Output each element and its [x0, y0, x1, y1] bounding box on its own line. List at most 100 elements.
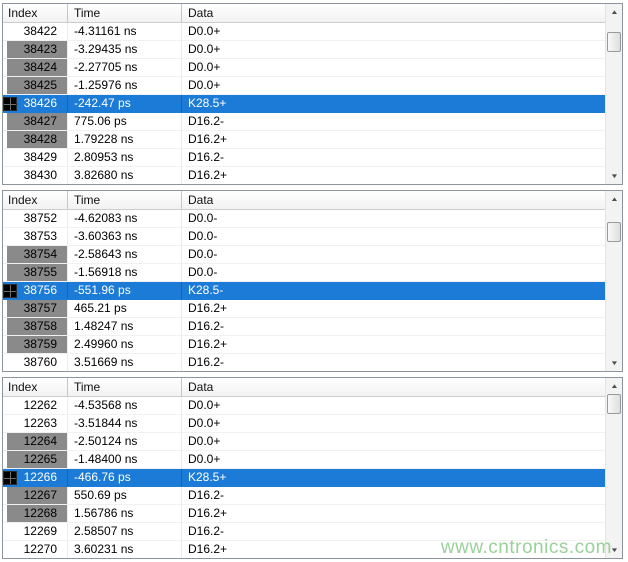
- table-row[interactable]: 38424-2.27705 nsD0.0+: [3, 59, 605, 77]
- index-value: 38428: [7, 131, 67, 148]
- cell-time: 465.21 ps: [68, 300, 182, 317]
- table-row[interactable]: 38422-4.31161 nsD0.0+: [3, 23, 605, 41]
- vertical-scrollbar[interactable]: ▲ ▼: [605, 191, 622, 371]
- cell-data: D16.2+: [182, 167, 605, 184]
- table-row[interactable]: 12263-3.51844 nsD0.0+: [3, 415, 605, 433]
- cell-time: -4.53568 ns: [68, 397, 182, 414]
- cell-data: D0.0+: [182, 77, 605, 94]
- table-body: 12262-4.53568 nsD0.0+12263-3.51844 nsD0.…: [3, 397, 605, 558]
- cell-time: 2.58507 ns: [68, 523, 182, 540]
- scroll-down-button[interactable]: ▼: [606, 168, 622, 184]
- table-row[interactable]: 38753-3.60363 nsD0.0-: [3, 228, 605, 246]
- vertical-scrollbar[interactable]: ▲ ▼: [605, 4, 622, 184]
- current-row-marker-icon: [3, 471, 17, 485]
- cell-time: -242.47 ps: [68, 95, 182, 112]
- column-header-index[interactable]: Index: [3, 4, 68, 22]
- cell-time: 775.06 ps: [68, 113, 182, 130]
- cell-index: 38755: [3, 264, 68, 281]
- table-row[interactable]: 38752-4.62083 nsD0.0-: [3, 210, 605, 228]
- column-header-data[interactable]: Data: [182, 4, 605, 22]
- cell-data: D16.2-: [182, 354, 605, 371]
- column-header-index[interactable]: Index: [3, 191, 68, 209]
- scroll-down-button[interactable]: ▼: [606, 542, 622, 558]
- cell-index: 38425: [3, 77, 68, 94]
- cell-index: 38752: [3, 210, 68, 227]
- scroll-down-icon: ▼: [610, 360, 619, 366]
- table-row[interactable]: 12266-466.76 psK28.5+: [3, 469, 605, 487]
- table-row[interactable]: 12267550.69 psD16.2-: [3, 487, 605, 505]
- table-header: Index Time Data: [3, 191, 605, 210]
- scroll-up-button[interactable]: ▲: [606, 191, 622, 207]
- cell-index: 38422: [3, 23, 68, 40]
- current-row-marker-icon: [3, 284, 17, 298]
- cell-time: -2.27705 ns: [68, 59, 182, 76]
- column-header-data[interactable]: Data: [182, 378, 605, 396]
- column-header-data[interactable]: Data: [182, 191, 605, 209]
- cell-data: D0.0-: [182, 264, 605, 281]
- table-row[interactable]: 38755-1.56918 nsD0.0-: [3, 264, 605, 282]
- table-row[interactable]: 387592.49960 nsD16.2+: [3, 336, 605, 354]
- column-header-time[interactable]: Time: [68, 4, 182, 22]
- table-row[interactable]: 38426-242.47 psK28.5+: [3, 95, 605, 113]
- index-value: 38423: [7, 41, 67, 58]
- cell-index: 12262: [3, 397, 68, 414]
- cell-data: K28.5+: [182, 95, 605, 112]
- cell-time: 550.69 ps: [68, 487, 182, 504]
- table-row[interactable]: 38423-3.29435 nsD0.0+: [3, 41, 605, 59]
- table-row[interactable]: 384281.79228 nsD16.2+: [3, 131, 605, 149]
- cell-index: 12268: [3, 505, 68, 522]
- cell-time: -1.25976 ns: [68, 77, 182, 94]
- table-row[interactable]: 38425-1.25976 nsD0.0+: [3, 77, 605, 95]
- table-row[interactable]: 12264-2.50124 nsD0.0+: [3, 433, 605, 451]
- table-row[interactable]: 38754-2.58643 nsD0.0-: [3, 246, 605, 264]
- index-value: 38425: [7, 77, 67, 94]
- cell-time: -2.58643 ns: [68, 246, 182, 263]
- table-header: Index Time Data: [3, 4, 605, 23]
- scroll-down-button[interactable]: ▼: [606, 355, 622, 371]
- cell-data: D16.2+: [182, 131, 605, 148]
- scroll-up-button[interactable]: ▲: [606, 378, 622, 394]
- table-row[interactable]: 384292.80953 nsD16.2-: [3, 149, 605, 167]
- column-header-time[interactable]: Time: [68, 191, 182, 209]
- table-row[interactable]: 387603.51669 nsD16.2-: [3, 354, 605, 371]
- index-value: 12270: [7, 541, 67, 558]
- cell-index: 38424: [3, 59, 68, 76]
- scroll-up-icon: ▲: [610, 9, 619, 15]
- column-header-index[interactable]: Index: [3, 378, 68, 396]
- cell-data: D0.0-: [182, 246, 605, 263]
- scroll-up-button[interactable]: ▲: [606, 4, 622, 20]
- scrollbar-thumb[interactable]: [607, 394, 621, 414]
- scrollbar-thumb[interactable]: [607, 222, 621, 242]
- scrollbar-thumb[interactable]: [607, 32, 621, 52]
- cell-time: 3.60231 ns: [68, 541, 182, 558]
- cell-data: D16.2-: [182, 318, 605, 335]
- cell-time: -3.51844 ns: [68, 415, 182, 432]
- table-row[interactable]: 387581.48247 nsD16.2-: [3, 318, 605, 336]
- cell-time: -1.48400 ns: [68, 451, 182, 468]
- table-row[interactable]: 122692.58507 nsD16.2-: [3, 523, 605, 541]
- cell-data: K28.5+: [182, 469, 605, 486]
- table-row[interactable]: 122703.60231 nsD16.2+: [3, 541, 605, 558]
- cell-time: -3.29435 ns: [68, 41, 182, 58]
- table-row[interactable]: 384303.82680 nsD16.2+: [3, 167, 605, 184]
- table-row[interactable]: 122681.56786 nsD16.2+: [3, 505, 605, 523]
- index-value: 12265: [7, 451, 67, 468]
- table-row[interactable]: 38756-551.96 psK28.5-: [3, 282, 605, 300]
- cell-time: -4.62083 ns: [68, 210, 182, 227]
- cell-time: -466.76 ps: [68, 469, 182, 486]
- cell-time: -1.56918 ns: [68, 264, 182, 281]
- vertical-scrollbar[interactable]: ▲ ▼: [605, 378, 622, 558]
- index-value: 38759: [7, 336, 67, 353]
- table-row[interactable]: 38427775.06 psD16.2-: [3, 113, 605, 131]
- table-row[interactable]: 38757465.21 psD16.2+: [3, 300, 605, 318]
- scroll-down-icon: ▼: [610, 547, 619, 553]
- table-row[interactable]: 12262-4.53568 nsD0.0+: [3, 397, 605, 415]
- cell-data: D0.0+: [182, 433, 605, 450]
- table-header: Index Time Data: [3, 378, 605, 397]
- cell-index: 38429: [3, 149, 68, 166]
- cell-data: D0.0+: [182, 23, 605, 40]
- index-value: 38424: [7, 59, 67, 76]
- cell-time: 3.51669 ns: [68, 354, 182, 371]
- table-row[interactable]: 12265-1.48400 nsD0.0+: [3, 451, 605, 469]
- column-header-time[interactable]: Time: [68, 378, 182, 396]
